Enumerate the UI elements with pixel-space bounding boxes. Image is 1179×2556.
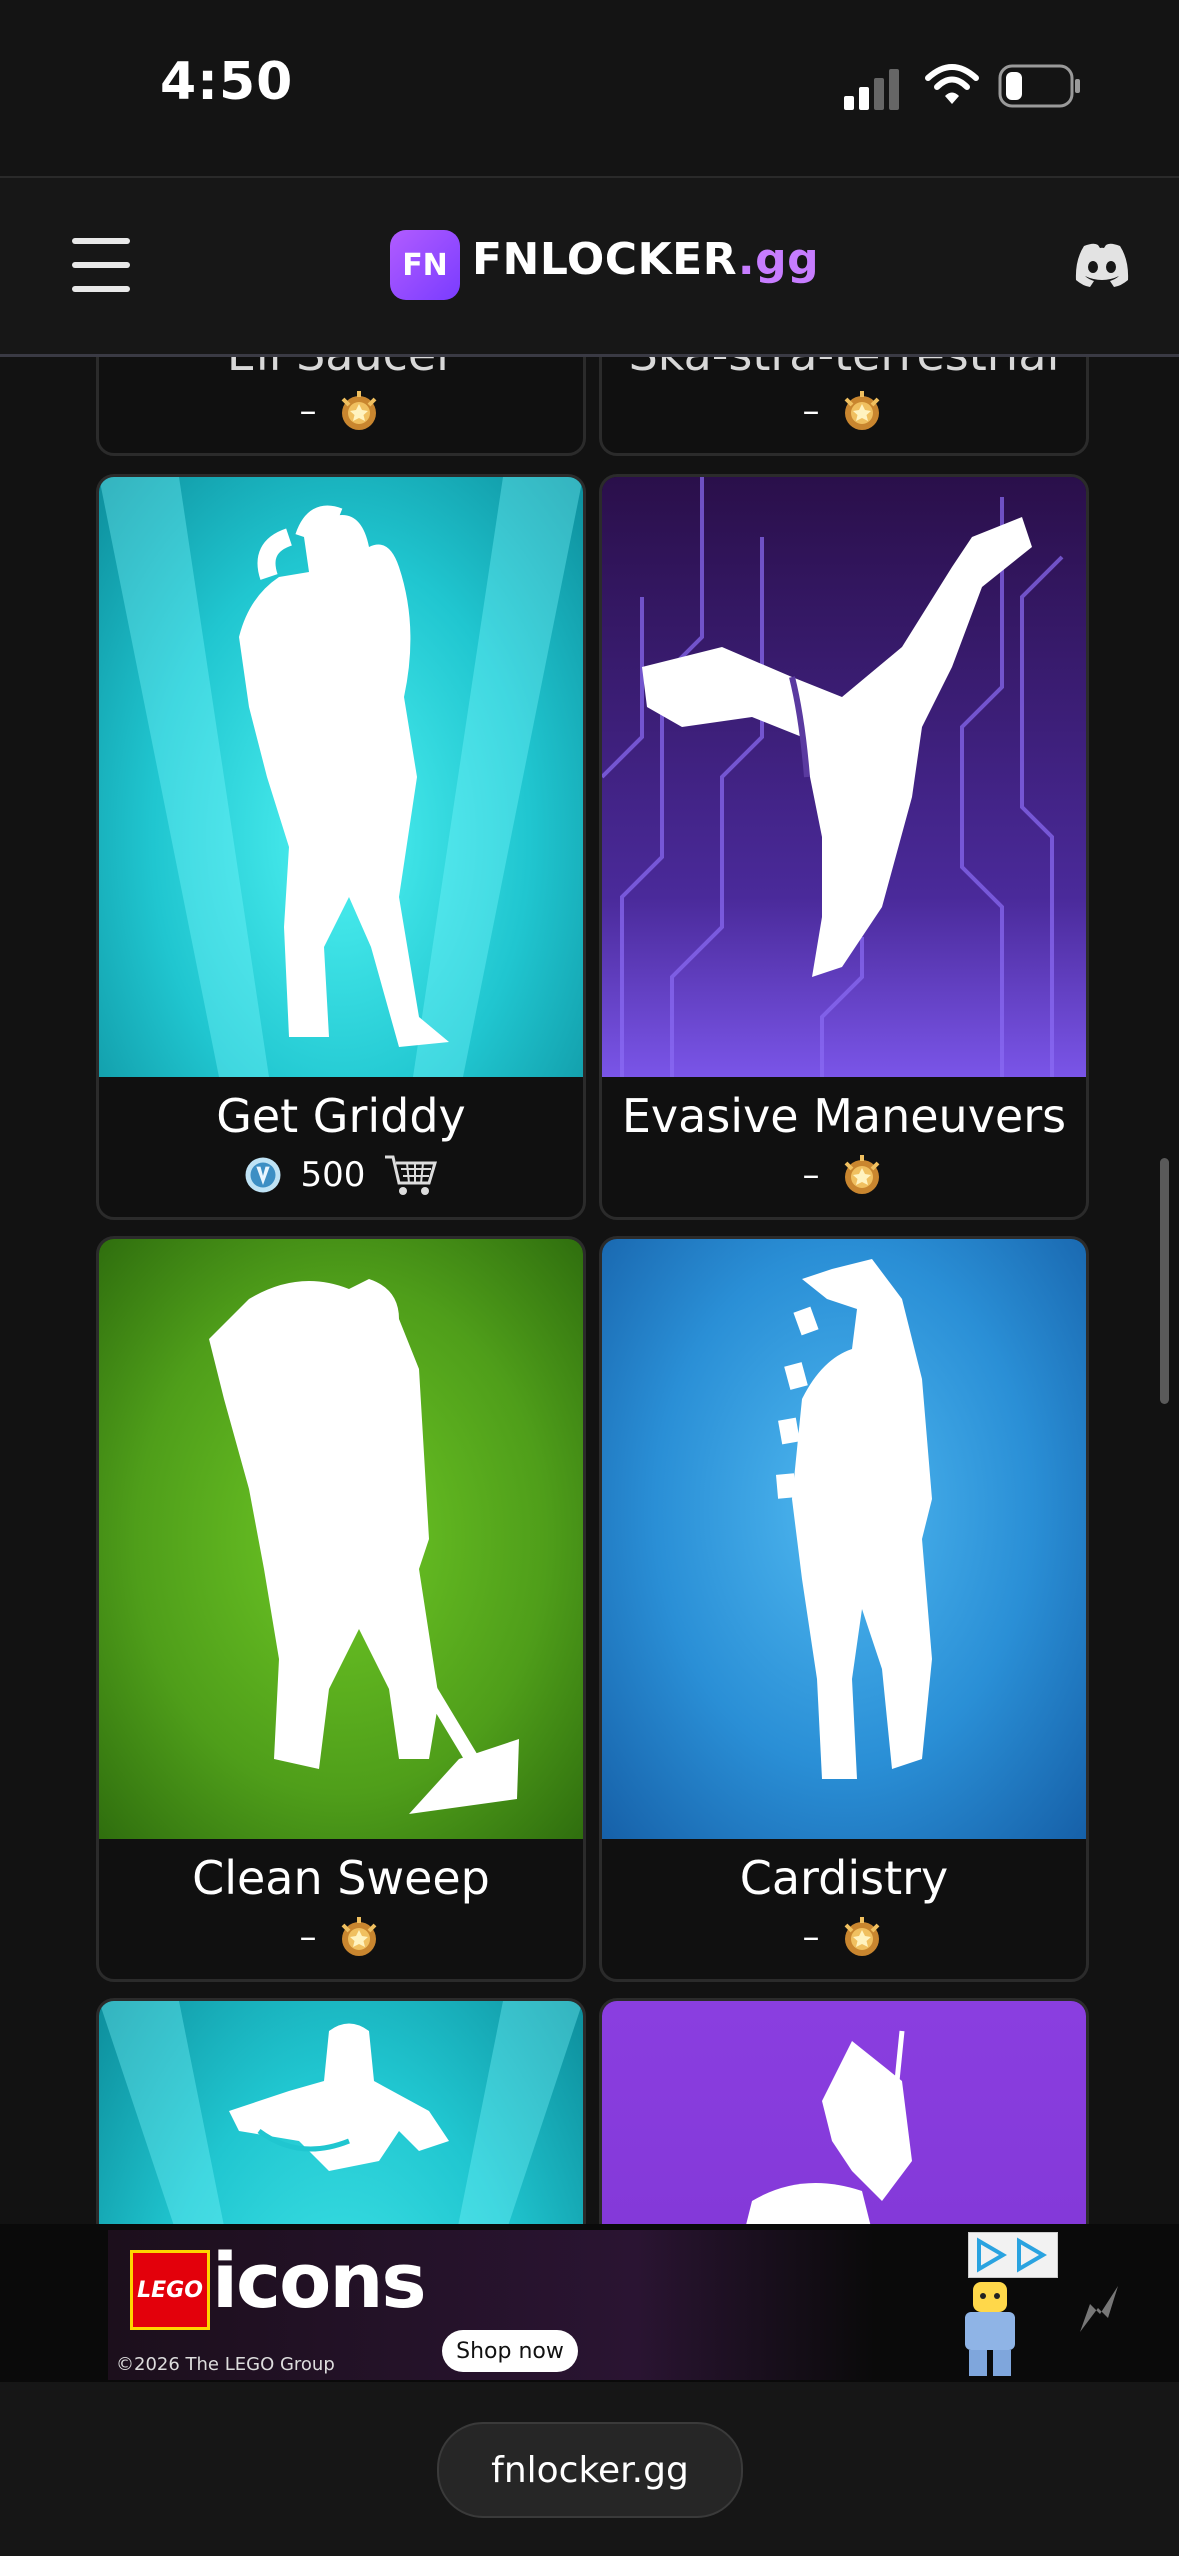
logo-badge[interactable]: FN bbox=[390, 230, 460, 300]
scrollbar[interactable] bbox=[1160, 1158, 1169, 1404]
card-title: Cardistry bbox=[739, 1851, 949, 1905]
logo-text[interactable]: FNLOCKER.gg bbox=[472, 234, 819, 285]
card-title: Get Griddy bbox=[216, 1089, 466, 1143]
shop-now-button[interactable]: Shop now bbox=[442, 2330, 578, 2372]
ad-headline: icons bbox=[212, 2236, 427, 2325]
card-price: – bbox=[99, 387, 583, 435]
emote-card-get-griddy[interactable]: Get Griddy 500 bbox=[96, 474, 586, 1220]
emote-card-cardistry[interactable]: Cardistry – bbox=[599, 1236, 1089, 1982]
battle-pass-icon bbox=[341, 391, 376, 430]
price-text: – bbox=[802, 1155, 820, 1195]
vbucks-icon bbox=[245, 1157, 281, 1193]
emote-image bbox=[602, 1239, 1086, 1839]
emote-image bbox=[602, 477, 1086, 1077]
emote-image bbox=[99, 477, 583, 1077]
emote-image bbox=[99, 1239, 583, 1839]
battery-icon bbox=[998, 64, 1080, 108]
card-price: 500 bbox=[99, 1151, 583, 1199]
discord-icon[interactable] bbox=[1072, 240, 1132, 290]
card-title: Evasive Maneuvers bbox=[621, 1089, 1067, 1143]
site-header: FN FNLOCKER.gg bbox=[0, 176, 1179, 357]
clock: 4:50 bbox=[160, 52, 294, 112]
ad-network-icon bbox=[1080, 2286, 1118, 2332]
emote-card-evasive-maneuvers[interactable]: Evasive Maneuvers – bbox=[599, 474, 1089, 1220]
signal-icon bbox=[844, 69, 899, 110]
status-bar: 4:50 bbox=[0, 0, 1179, 176]
battle-pass-icon bbox=[341, 1917, 376, 1956]
card-price: – bbox=[602, 387, 1086, 435]
menu-icon[interactable] bbox=[72, 238, 130, 292]
logo-main: FNLOCKER bbox=[472, 234, 738, 285]
card-price: – bbox=[602, 1151, 1086, 1199]
battle-pass-icon bbox=[844, 1155, 879, 1194]
battle-pass-icon bbox=[844, 1917, 879, 1956]
wifi-icon bbox=[925, 64, 979, 104]
lego-logo: LEGO bbox=[130, 2250, 210, 2330]
ad-copyright: ©2026 The LEGO Group bbox=[116, 2354, 335, 2375]
lego-figure-icon bbox=[965, 2282, 1015, 2376]
logo-suffix: .gg bbox=[737, 234, 820, 285]
price-text: – bbox=[299, 391, 317, 431]
browser-bar: fnlocker.gg bbox=[0, 2382, 1179, 2556]
emote-card-clean-sweep[interactable]: Clean Sweep – bbox=[96, 1236, 586, 1982]
price-text: – bbox=[299, 1917, 317, 1957]
ad-creative[interactable]: LEGO icons ©2026 The LEGO Group Shop now bbox=[108, 2230, 1068, 2380]
price-text: 500 bbox=[300, 1155, 366, 1195]
battle-pass-icon bbox=[844, 391, 879, 430]
ad-banner[interactable]: LEGO icons ©2026 The LEGO Group Shop now bbox=[0, 2224, 1179, 2382]
card-price: – bbox=[99, 1913, 583, 1961]
price-text: – bbox=[802, 391, 820, 431]
cart-icon[interactable] bbox=[383, 1151, 439, 1199]
card-price: – bbox=[602, 1913, 1086, 1961]
url-field[interactable]: fnlocker.gg bbox=[437, 2422, 743, 2518]
card-title: Clean Sweep bbox=[192, 1851, 490, 1905]
price-text: – bbox=[802, 1917, 820, 1957]
adchoices-icon[interactable] bbox=[968, 2232, 1058, 2278]
